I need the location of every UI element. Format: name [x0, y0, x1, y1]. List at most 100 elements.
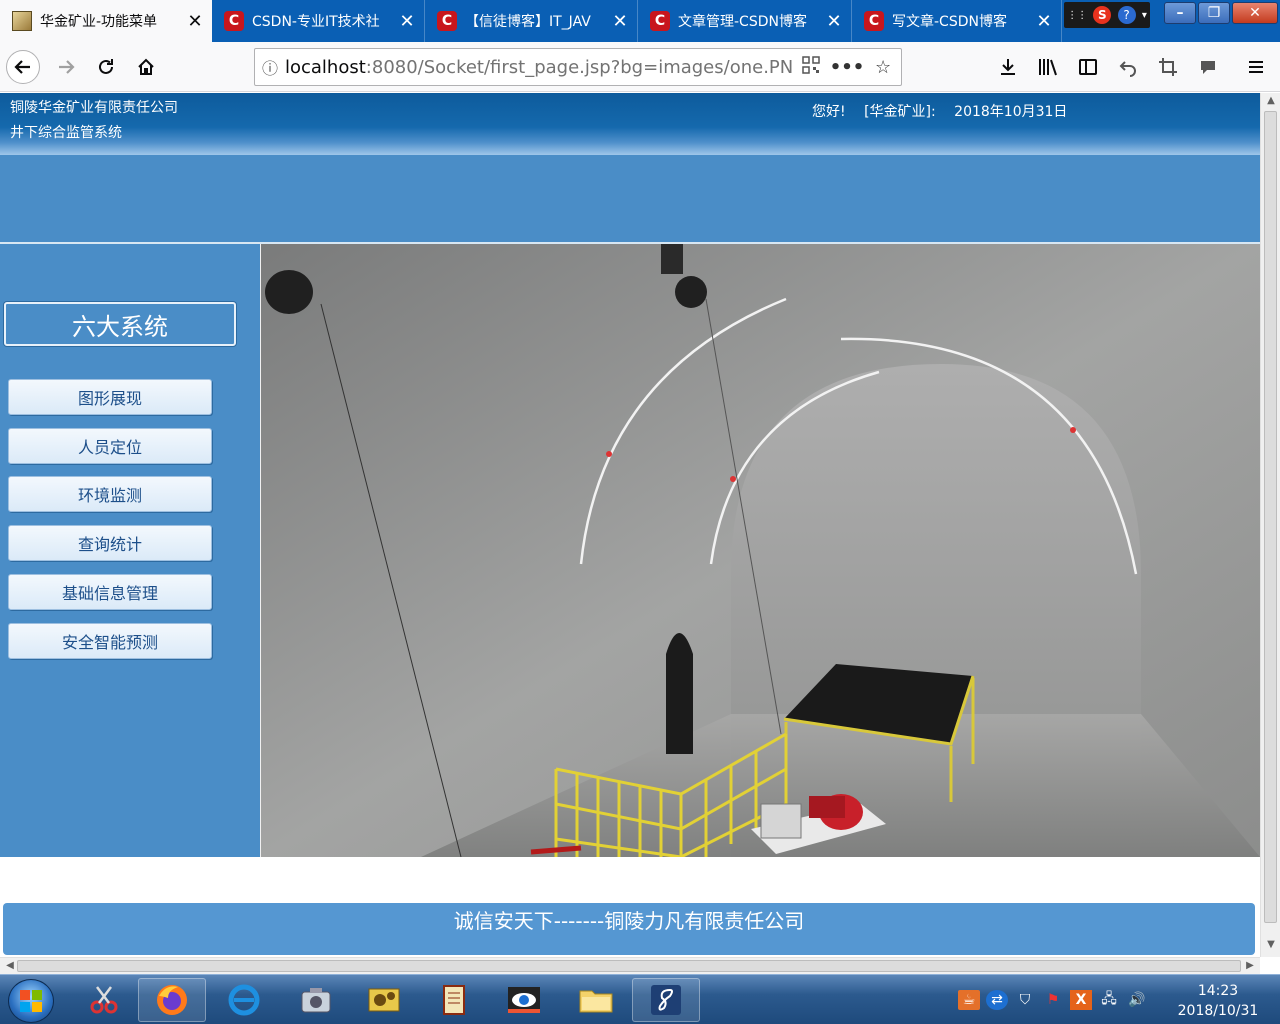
menu-personnel-location[interactable]: 人员定位 — [8, 428, 212, 464]
grip-icon: ⋮⋮ — [1067, 9, 1088, 21]
sidebar-icon — [1079, 59, 1097, 75]
system-tray: ☕ ⇄ ⛉ ⚑ X 🖧 🔊 — [955, 975, 1151, 1024]
home-button[interactable] — [130, 51, 162, 83]
taskbar-explorer[interactable] — [562, 978, 630, 1022]
minimize-button[interactable]: – — [1164, 2, 1196, 24]
taskbar-snipping-tool[interactable] — [70, 978, 138, 1022]
taskbar-notebook-app[interactable] — [420, 978, 488, 1022]
vertical-scrollbar[interactable]: ▲ ▼ — [1260, 93, 1280, 957]
tab-huajin-menu[interactable]: 华金矿业-功能菜单 ✕ — [0, 0, 212, 42]
close-icon[interactable]: ✕ — [184, 11, 206, 32]
reload-button[interactable] — [90, 51, 122, 83]
undo-icon — [1119, 61, 1136, 77]
taskbar-eye-app[interactable] — [490, 978, 558, 1022]
home-icon — [138, 58, 154, 75]
csdn-icon: C — [437, 11, 457, 31]
tab-label: CSDN-专业IT技术社 — [252, 14, 380, 30]
firefox-icon — [157, 985, 187, 1015]
scroll-up-icon[interactable]: ▲ — [1261, 95, 1280, 111]
window-close-button[interactable]: ✕ — [1232, 2, 1278, 24]
library-button[interactable] — [1032, 51, 1064, 83]
restore-button[interactable]: ❐ — [1198, 2, 1230, 24]
library-icon — [1039, 59, 1057, 76]
info-icon[interactable]: ⓘ — [255, 55, 285, 79]
java-icon[interactable]: ☕ — [958, 990, 980, 1010]
menu-safety-prediction[interactable]: 安全智能预测 — [8, 623, 212, 659]
panel-title: 六大系统 — [4, 302, 236, 346]
bookmark-star-icon[interactable]: ☆ — [865, 57, 901, 78]
close-icon[interactable]: ✕ — [609, 11, 631, 32]
folder-icon — [579, 990, 613, 1013]
system-clock[interactable]: 14:23 2018/10/31 — [1168, 981, 1268, 1021]
ime-toolbar[interactable]: ⋮⋮ S ? ▾ — [1064, 2, 1150, 28]
dropdown-icon[interactable]: ▾ — [1142, 10, 1147, 21]
sogou-icon[interactable]: S — [1093, 6, 1112, 24]
close-icon[interactable]: ✕ — [823, 11, 845, 32]
network-icon[interactable]: 🖧 — [1098, 990, 1120, 1010]
window-controls: – ❐ ✕ — [1164, 0, 1280, 30]
greeting-text: 您好! — [812, 104, 846, 120]
teamviewer-icon[interactable]: ⇄ — [986, 990, 1008, 1010]
tab-csdn-home[interactable]: C CSDN-专业IT技术社 ✕ — [212, 0, 425, 42]
csdn-icon: C — [224, 11, 244, 31]
scroll-left-icon[interactable]: ◀ — [2, 958, 18, 974]
notebook-icon — [443, 985, 465, 1015]
script-eight-icon — [651, 985, 681, 1015]
back-arrow-icon — [14, 60, 30, 74]
tunnel-illustration — [261, 244, 1260, 857]
windows-logo-icon — [20, 990, 42, 1012]
tab-xintu-blog[interactable]: C 【信徒博客】IT_JAV ✕ — [425, 0, 638, 42]
flag-error-icon[interactable]: ⚑ — [1042, 990, 1064, 1010]
back-button[interactable] — [6, 50, 40, 84]
shield-icon[interactable]: ⛉ — [1014, 990, 1036, 1010]
tab-article-manage[interactable]: C 文章管理-CSDN博客 ✕ — [638, 0, 852, 42]
url-bar[interactable]: ⓘ localhost:8080/Socket/first_page.jsp?b… — [254, 48, 902, 86]
volume-icon[interactable]: 🔊 — [1126, 990, 1148, 1010]
eye-icon — [508, 987, 540, 1013]
hamburger-icon — [1249, 61, 1263, 73]
taskbar-firefox[interactable] — [138, 978, 206, 1022]
close-icon[interactable]: ✕ — [1033, 11, 1055, 32]
qr-code-icon[interactable] — [793, 55, 829, 79]
greeting-bar: 您好! [华金矿业]: 2018年10月31日 — [812, 101, 1081, 121]
sidebar-button[interactable] — [1072, 51, 1104, 83]
chat-button[interactable] — [1192, 51, 1224, 83]
menu-graphics-display[interactable]: 图形展现 — [8, 379, 212, 415]
crop-icon — [1159, 58, 1177, 76]
forward-button[interactable] — [50, 51, 82, 83]
header-banner — [0, 155, 1260, 244]
tab-label: 华金矿业-功能菜单 — [40, 14, 158, 30]
menu-button[interactable] — [1240, 51, 1272, 83]
clock-time: 14:23 — [1197, 983, 1239, 999]
forward-arrow-icon — [59, 60, 75, 74]
taskbar-gear-app[interactable] — [350, 978, 418, 1022]
undo-button[interactable] — [1112, 51, 1144, 83]
taskbar-camera-app[interactable] — [282, 978, 350, 1022]
tab-label: 写文章-CSDN博客 — [892, 14, 1007, 30]
screenshot-button[interactable] — [1152, 51, 1184, 83]
menu-query-statistics[interactable]: 查询统计 — [8, 525, 212, 561]
scroll-down-icon[interactable]: ▼ — [1261, 939, 1280, 955]
left-menu-panel: 六大系统 图形展现 人员定位 环境监测 查询统计 基础信息管理 安全智能预测 — [0, 244, 261, 857]
taskbar-ie[interactable] — [210, 978, 278, 1022]
menu-environment-monitoring[interactable]: 环境监测 — [8, 476, 212, 512]
start-button[interactable] — [8, 979, 54, 1023]
vertical-scroll-thumb[interactable] — [1264, 111, 1277, 923]
downloads-button[interactable] — [992, 51, 1024, 83]
url-text[interactable]: localhost:8080/Socket/first_page.jsp?bg=… — [285, 57, 793, 78]
url-path: :8080/Socket/first_page.jsp?bg=images/on… — [365, 56, 794, 78]
horizontal-scroll-thumb[interactable] — [17, 960, 1241, 972]
x-app-icon[interactable]: X — [1070, 990, 1092, 1010]
tab-write-article[interactable]: C 写文章-CSDN博客 ✕ — [852, 0, 1062, 42]
org-tag: [华金矿业]: — [864, 104, 936, 120]
close-icon[interactable]: ✕ — [396, 11, 418, 32]
menu-basic-info-management[interactable]: 基础信息管理 — [8, 574, 212, 610]
help-icon[interactable]: ? — [1117, 6, 1136, 24]
system-name: 井下综合监管系统 — [10, 125, 122, 141]
taskbar-eclipse-app[interactable] — [632, 978, 700, 1022]
scroll-right-icon[interactable]: ▶ — [1242, 958, 1258, 974]
page-actions-icon[interactable]: ••• — [829, 57, 865, 78]
csdn-icon: C — [864, 11, 884, 31]
horizontal-scrollbar[interactable]: ◀ ▶ — [0, 957, 1260, 974]
browser-tab-strip: 华金矿业-功能菜单 ✕ C CSDN-专业IT技术社 ✕ C 【信徒博客】IT_… — [0, 0, 1280, 42]
